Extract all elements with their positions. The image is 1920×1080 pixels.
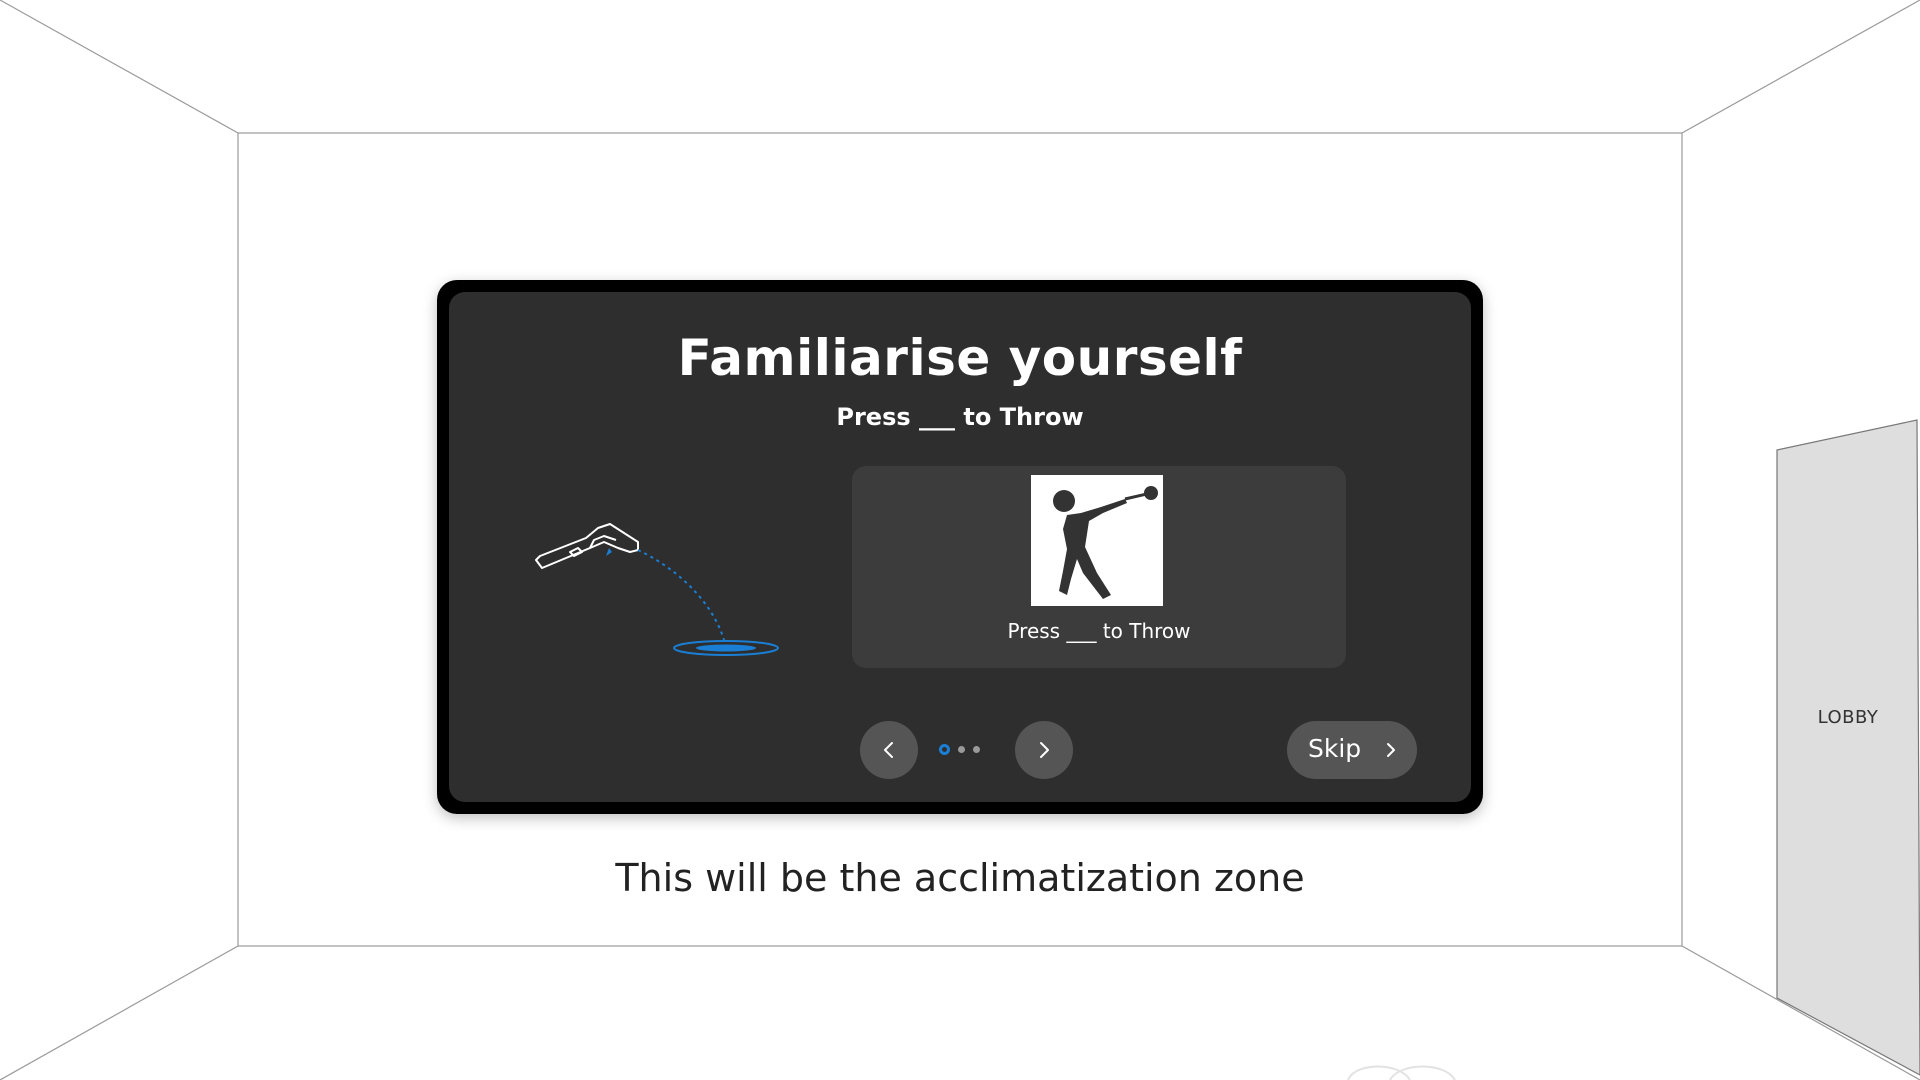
instruction-subtitle: Press ___ to Throw <box>836 403 1084 431</box>
pagination-dot[interactable] <box>958 746 965 753</box>
skip-button[interactable]: Skip <box>1287 721 1417 779</box>
tutorial-panel-body: Familiarise yourself Press ___ to Throw … <box>449 292 1471 802</box>
chevron-right-icon <box>1040 742 1049 758</box>
tutorial-panel: Familiarise yourself Press ___ to Throw … <box>437 280 1483 814</box>
pagination-dot[interactable] <box>973 746 980 753</box>
instruction-media-card: Press ___ to Throw <box>852 466 1346 668</box>
previous-button[interactable] <box>860 721 918 779</box>
controller-icon <box>535 523 639 569</box>
media-caption: Press ___ to Throw <box>1007 619 1191 643</box>
pagination-dot-active[interactable] <box>939 744 950 755</box>
page-title: Familiarise yourself <box>677 329 1243 387</box>
throw-arc <box>637 549 725 641</box>
lobby-door-label[interactable]: LOBBY <box>1778 707 1918 728</box>
chevron-left-icon <box>884 742 893 758</box>
floor-marker <box>1347 1065 1456 1080</box>
hammer-throw-icon <box>1031 475 1163 606</box>
chevron-right-icon <box>1387 743 1395 757</box>
zone-caption: This will be the acclimatization zone <box>615 856 1305 900</box>
controller-throw-illustration <box>535 523 779 656</box>
lobby-door[interactable] <box>1776 419 1920 1076</box>
skip-label: Skip <box>1308 734 1362 763</box>
next-button[interactable] <box>1015 721 1073 779</box>
